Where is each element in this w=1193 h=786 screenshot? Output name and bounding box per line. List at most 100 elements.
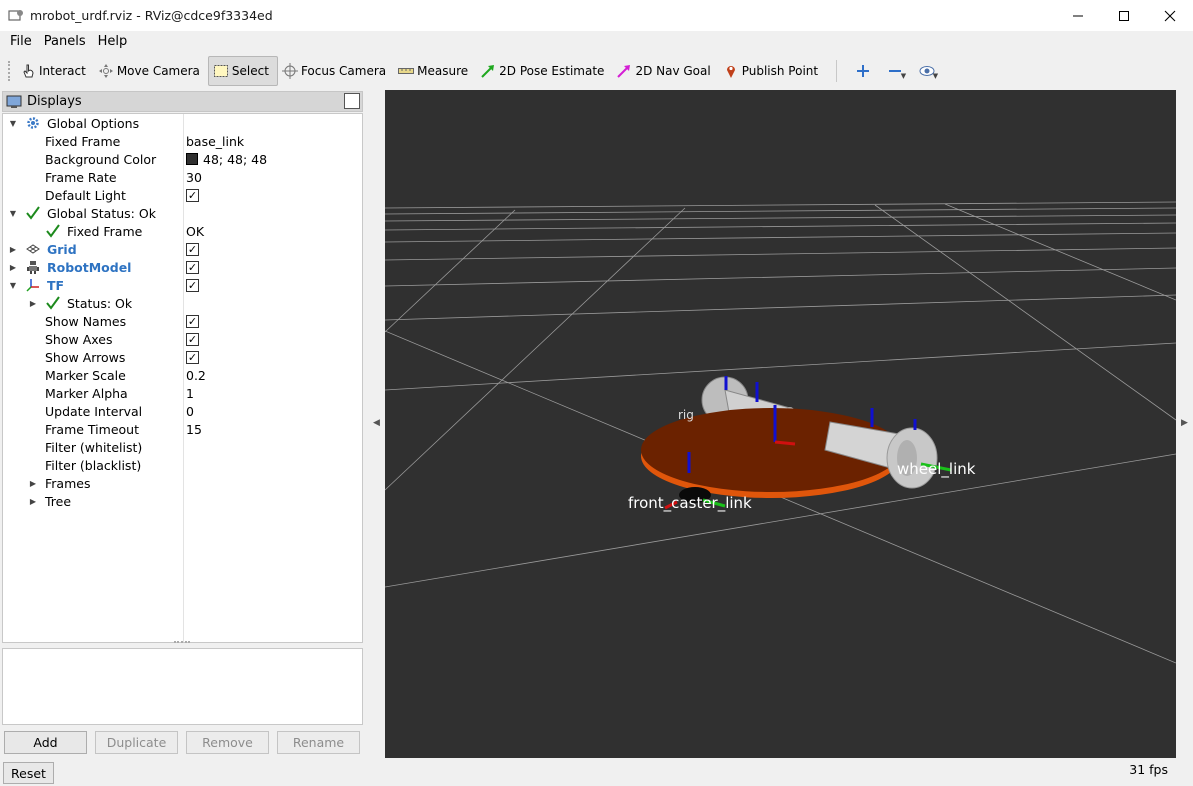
menu-help[interactable]: Help [92, 34, 134, 49]
pose-estimate-tool-button[interactable]: 2D Pose Estimate [476, 56, 612, 86]
tree-row-show-axes[interactable]: Show Axes ✓ [3, 330, 362, 348]
tree-row-show-names[interactable]: Show Names ✓ [3, 312, 362, 330]
update-interval-value[interactable]: 0 [186, 404, 194, 419]
grid-icon [25, 241, 41, 257]
expand-arrow-icon[interactable]: ▶ [8, 244, 18, 254]
tree-row-tree[interactable]: ▶ Tree [3, 492, 362, 510]
plus-icon [857, 64, 870, 77]
tree-row-update-interval[interactable]: Update Interval 0 [3, 402, 362, 420]
robot-model-checkbox[interactable]: ✓ [186, 260, 199, 274]
show-arrows-checkbox[interactable]: ✓ [186, 350, 199, 364]
fixed-frame-value[interactable]: base_link [186, 134, 244, 149]
view-options-button[interactable]: ▼ [911, 56, 943, 86]
add-display-button[interactable]: Add [4, 731, 87, 754]
tree-row-filter-blacklist[interactable]: Filter (blacklist) [3, 456, 362, 474]
show-axes-checkbox[interactable]: ✓ [186, 332, 199, 346]
duplicate-display-button[interactable]: Duplicate [95, 731, 178, 754]
expand-arrow-icon[interactable]: ▶ [8, 262, 18, 272]
expand-arrow-icon[interactable]: ▼ [8, 208, 18, 218]
tree-row-show-arrows[interactable]: Show Arrows ✓ [3, 348, 362, 366]
tree-row-robot-model[interactable]: ▶ RobotModel ✓ [3, 258, 362, 276]
gear-icon [25, 115, 41, 131]
rename-display-button[interactable]: Rename [277, 731, 360, 754]
measure-tool-label: Measure [417, 63, 469, 78]
toolbar-grip[interactable] [8, 60, 12, 81]
focus-camera-tool-label: Focus Camera [300, 63, 387, 78]
tf-checkbox[interactable]: ✓ [186, 278, 199, 292]
tree-row-global-options[interactable]: ▼ Global Options [3, 114, 362, 132]
add-tool-button[interactable] [847, 56, 879, 86]
tree-row-status-fixed-frame[interactable]: Fixed Frame OK [3, 222, 362, 240]
maximize-button[interactable] [1101, 0, 1147, 31]
tree-row-marker-scale[interactable]: Marker Scale 0.2 [3, 366, 362, 384]
axes-icon [25, 277, 41, 293]
tree-row-marker-alpha[interactable]: Marker Alpha 1 [3, 384, 362, 402]
publish-point-tool-label: Publish Point [741, 63, 819, 78]
frame-rate-value[interactable]: 30 [186, 170, 202, 185]
interact-tool-button[interactable]: Interact [16, 56, 94, 86]
focus-camera-tool-button[interactable]: Focus Camera [278, 56, 394, 86]
expand-arrow-icon[interactable]: ▶ [28, 478, 38, 488]
grid-checkbox[interactable]: ✓ [186, 242, 199, 256]
minimize-button[interactable] [1055, 0, 1101, 31]
color-swatch [186, 153, 198, 165]
tree-label: Frame Timeout [45, 421, 139, 437]
reset-button[interactable]: Reset [3, 762, 54, 784]
tree-row-filter-whitelist[interactable]: Filter (whitelist) [3, 438, 362, 456]
tree-row-fixed-frame[interactable]: Fixed Frame base_link [3, 132, 362, 150]
tree-row-frames[interactable]: ▶ Frames [3, 474, 362, 492]
tree-row-frame-timeout[interactable]: Frame Timeout 15 [3, 420, 362, 438]
tree-label: Fixed Frame [67, 223, 143, 239]
tree-row-default-light[interactable]: Default Light ✓ [3, 186, 362, 204]
tree-label: Frame Rate [45, 169, 117, 185]
robot-icon [25, 259, 41, 275]
map-pin-icon [723, 63, 739, 79]
expand-arrow-icon[interactable]: ▼ [8, 118, 18, 128]
marker-alpha-value[interactable]: 1 [186, 386, 194, 401]
rviz-app-icon [8, 8, 24, 24]
marker-scale-value[interactable]: 0.2 [186, 368, 206, 383]
tree-row-tf-status[interactable]: ▶ Status: Ok [3, 294, 362, 312]
frame-timeout-value[interactable]: 15 [186, 422, 202, 437]
tree-label: Global Status: Ok [47, 205, 156, 221]
publish-point-tool-button[interactable]: Publish Point [719, 56, 826, 86]
move-camera-tool-button[interactable]: Move Camera [94, 56, 208, 86]
remove-display-button[interactable]: Remove [186, 731, 269, 754]
undock-button[interactable] [344, 93, 360, 109]
remove-tool-button[interactable]: ▼ [879, 56, 911, 86]
tree-row-tf[interactable]: ▼ TF ✓ [3, 276, 362, 294]
tree-label: Filter (blacklist) [45, 457, 142, 473]
tree-label: Fixed Frame [45, 133, 121, 149]
tree-row-frame-rate[interactable]: Frame Rate 30 [3, 168, 362, 186]
panel-splitter[interactable] [174, 641, 190, 645]
expand-arrow-icon[interactable]: ▼ [8, 280, 18, 290]
expand-arrow-icon[interactable]: ▶ [28, 298, 38, 308]
tree-label: Background Color [45, 151, 157, 167]
nav-goal-tool-label: 2D Nav Goal [635, 63, 711, 78]
magenta-arrow-icon [616, 63, 632, 79]
tree-row-global-status[interactable]: ▼ Global Status: Ok [3, 204, 362, 222]
default-light-checkbox[interactable]: ✓ [186, 188, 199, 202]
hand-pointer-icon [20, 63, 36, 79]
close-button[interactable] [1147, 0, 1193, 31]
tree-label: Default Light [45, 187, 126, 203]
measure-tool-button[interactable]: Measure [394, 56, 476, 86]
expand-arrow-icon[interactable]: ▶ [28, 496, 38, 506]
tree-row-background-color[interactable]: Background Color 48; 48; 48 [3, 150, 362, 168]
menu-panels[interactable]: Panels [38, 34, 92, 49]
frame-label-front-caster: front_caster_link [628, 494, 752, 512]
select-tool-button[interactable]: Select [207, 55, 278, 86]
tree-label: RobotModel [47, 259, 132, 275]
displays-button-row: Add Duplicate Remove Rename [4, 731, 368, 754]
collapse-right-arrow-icon[interactable]: ▶ [1181, 418, 1188, 428]
tree-row-grid[interactable]: ▶ Grid ✓ [3, 240, 362, 258]
tree-label: Filter (whitelist) [45, 439, 143, 455]
collapse-left-arrow-icon[interactable]: ◀ [373, 418, 380, 428]
checkmark-icon [45, 295, 61, 311]
scene-canvas[interactable] [385, 90, 1176, 758]
render-3d-view[interactable]: front_caster_link wheel_link rig [385, 90, 1176, 758]
menu-file[interactable]: File [4, 34, 38, 49]
show-names-checkbox[interactable]: ✓ [186, 314, 199, 328]
background-color-value[interactable]: 48; 48; 48 [186, 152, 267, 167]
nav-goal-tool-button[interactable]: 2D Nav Goal [612, 56, 718, 86]
